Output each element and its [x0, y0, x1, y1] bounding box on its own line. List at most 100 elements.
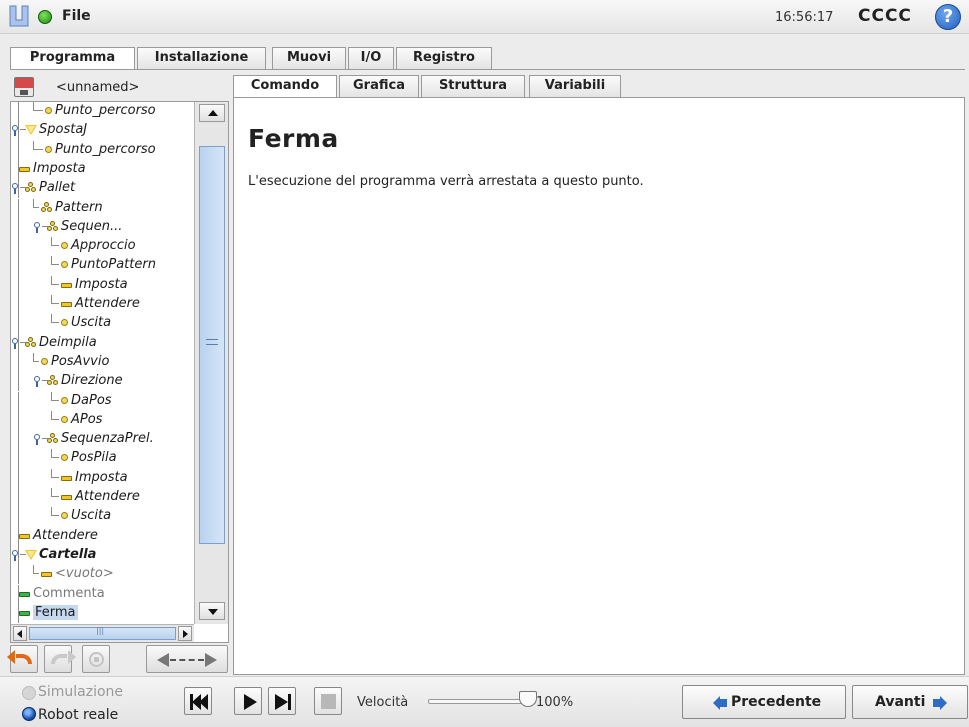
tree-item[interactable]: Deimpila — [11, 333, 194, 353]
grip-icon — [206, 339, 218, 345]
real-robot-radio[interactable] — [22, 707, 36, 721]
tree-item[interactable]: Attendere — [11, 488, 194, 508]
tree-horizontal-scrollbar[interactable] — [11, 624, 194, 642]
tree-item[interactable]: Ferma — [11, 603, 194, 624]
previous-button[interactable]: Precedente — [682, 685, 846, 719]
tree-item[interactable]: Pattern — [11, 198, 194, 218]
step-icon — [275, 694, 288, 710]
tree-guide-line — [18, 102, 19, 122]
expand-node-icon[interactable] — [12, 549, 18, 561]
expand-node-icon[interactable] — [12, 337, 18, 349]
tree-item-label: Punto_percorso — [55, 141, 156, 157]
tree-item[interactable]: Direzione — [11, 372, 194, 392]
ur-logo-icon — [9, 5, 29, 27]
tree-connector-line — [51, 507, 52, 516]
tree-item[interactable]: <vuoto> — [11, 565, 194, 585]
tab-programma[interactable]: Programma — [10, 47, 135, 70]
set-icon — [19, 610, 30, 616]
tree-item-label: SpostaJ — [39, 122, 88, 138]
tree-item-label: Commenta — [33, 585, 105, 601]
simulation-label[interactable]: Simulazione — [38, 684, 123, 700]
simulation-radio[interactable] — [22, 686, 36, 700]
skip-back-button[interactable] — [184, 687, 212, 715]
stop-icon — [321, 694, 336, 709]
tree-vertical-scrollbar[interactable] — [194, 102, 228, 624]
tab-comando[interactable]: Comando — [233, 75, 337, 97]
scroll-right-icon[interactable] — [178, 626, 192, 641]
tree-connector-line — [33, 573, 39, 575]
tab-installazione[interactable]: Installazione — [137, 47, 266, 69]
tab-grafica[interactable]: Grafica — [339, 75, 419, 97]
tree-item[interactable]: Pallet — [11, 179, 194, 199]
tree-item[interactable]: DaPos — [11, 391, 194, 411]
real-robot-label[interactable]: Robot reale — [38, 707, 118, 723]
scroll-down-icon[interactable] — [199, 602, 225, 620]
tree-item[interactable]: SequenzaPrel. — [11, 430, 194, 450]
expand-node-icon[interactable] — [34, 434, 40, 446]
clock: 16:56:17 — [775, 10, 834, 25]
tree-item-label: Deimpila — [39, 334, 97, 350]
tab-registro[interactable]: Registro — [396, 47, 492, 69]
top-bar: File 16:56:17 CCCC ? — [0, 0, 969, 34]
next-button[interactable]: Avanti — [852, 685, 968, 719]
tree-connector-line — [51, 418, 59, 420]
file-menu[interactable]: File — [62, 8, 91, 24]
tree-guide-line — [18, 410, 19, 431]
play-button[interactable] — [234, 687, 262, 715]
tree-connector-line — [33, 206, 39, 208]
step-button[interactable] — [268, 687, 296, 715]
tree-item[interactable]: PosAvvio — [11, 352, 194, 373]
speed-label: Velocità — [357, 695, 409, 710]
tree-connector-line — [51, 457, 59, 459]
previous-label: Precedente — [731, 694, 822, 710]
tree-item[interactable]: Uscita — [11, 507, 194, 527]
tree-guide-line — [18, 179, 19, 199]
suppress-button[interactable] — [82, 645, 110, 673]
tree-item[interactable]: SpostaJ — [11, 121, 194, 141]
tree-guide-line — [18, 140, 19, 160]
tree-item[interactable]: Attendere — [11, 295, 194, 315]
undo-button[interactable] — [7, 645, 38, 673]
set-icon — [19, 166, 30, 172]
speed-value: 100% — [536, 695, 574, 710]
tree-item[interactable]: PuntoPattern — [11, 256, 194, 276]
speed-slider-handle[interactable] — [519, 691, 537, 707]
tree-connector-line — [33, 360, 39, 362]
tree-connector-line — [51, 468, 52, 477]
tree-item[interactable]: APos — [11, 410, 194, 431]
tree-item[interactable]: Commenta — [11, 584, 194, 604]
tab-variabili[interactable]: Variabili — [529, 75, 621, 97]
expand-collapse-button[interactable] — [146, 645, 228, 673]
tree-item[interactable]: Cartella — [11, 545, 194, 566]
tree-connector-line — [51, 488, 52, 496]
expand-node-icon[interactable] — [34, 376, 40, 388]
stop-button[interactable] — [314, 687, 342, 715]
scroll-up-icon[interactable] — [199, 104, 225, 122]
command-description: L'esecuzione del programma verrà arresta… — [248, 174, 644, 189]
redo-button[interactable] — [44, 645, 76, 673]
arrow-left-icon — [157, 653, 169, 667]
tree-item-label: Pattern — [55, 199, 103, 215]
tree-guide-line — [18, 430, 19, 450]
pattern-dot-icon — [41, 206, 46, 212]
tab-struttura[interactable]: Struttura — [421, 75, 525, 97]
tree-item[interactable]: Imposta — [11, 468, 194, 488]
tree-item[interactable]: Punto_percorso — [11, 140, 194, 160]
help-button[interactable]: ? — [935, 4, 961, 30]
tree-item[interactable]: Punto_percorso — [11, 102, 194, 122]
tab-io[interactable]: I/O — [348, 47, 394, 69]
tree-item[interactable]: Imposta — [11, 275, 194, 295]
tree-guide-line — [18, 275, 19, 295]
scroll-left-icon[interactable] — [13, 626, 27, 641]
tab-muovi[interactable]: Muovi — [272, 47, 346, 69]
scrollbar-thumb[interactable] — [199, 146, 225, 544]
tree-item[interactable]: Sequen... — [11, 217, 194, 238]
tree-item[interactable]: PosPila — [11, 449, 194, 469]
tree-item[interactable]: Uscita — [11, 314, 194, 334]
expand-node-icon[interactable] — [34, 221, 40, 233]
tree-item[interactable]: Attendere — [11, 526, 194, 546]
tree-item[interactable]: Approccio — [11, 237, 194, 257]
horizontal-scrollbar-thumb[interactable] — [29, 626, 176, 640]
save-icon[interactable] — [14, 77, 34, 97]
tree-item[interactable]: Imposta — [11, 159, 194, 180]
